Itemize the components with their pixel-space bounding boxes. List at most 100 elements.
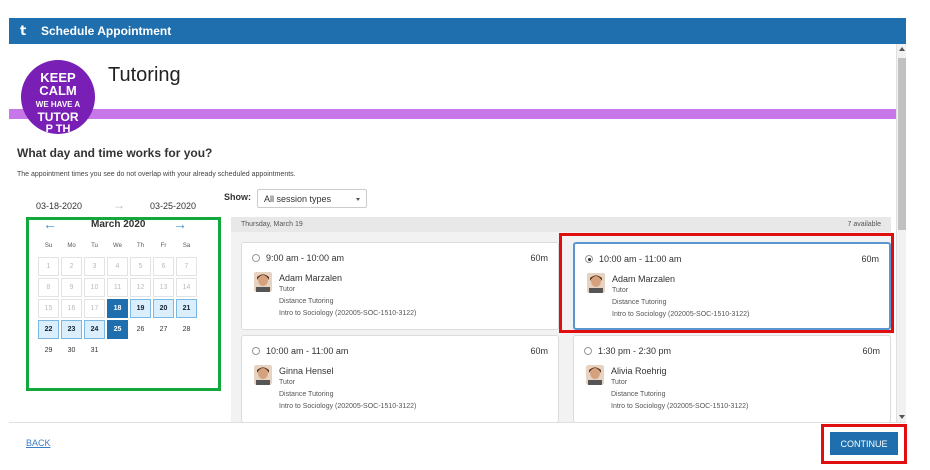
tutor-photo (254, 272, 272, 292)
calendar-day: 11 (107, 278, 128, 297)
calendar-day[interactable]: 25 (107, 320, 128, 339)
calendar-day: 2 (61, 257, 82, 276)
title-bar: t Schedule Appointment (9, 18, 906, 44)
calendar-day: 16 (61, 299, 82, 318)
weekday-label: Mo (67, 243, 76, 249)
timeslot-radio[interactable] (584, 347, 592, 355)
calendar-day: 8 (38, 278, 59, 297)
calendar-day-grid: 1 2 3 4 5 6 7 8 9 10 11 12 13 14 15 16 17 18 19 20 21 22 23 24 2… (37, 256, 203, 361)
calendar-day: 12 (130, 278, 151, 297)
session-type: Distance Tutoring (279, 298, 334, 305)
timeslot-card[interactable]: 1:30 pm - 2:30 pm 60m Alivia Roehrig Tutor D… (573, 335, 891, 422)
calendar-empty-cell (130, 341, 151, 360)
service-avatar: KEEP CALM WE HAVE A TUTOR P TH (21, 60, 95, 134)
scrollbar-thumb[interactable] (898, 58, 906, 230)
session-type-select[interactable]: All session types (257, 189, 367, 208)
range-arrow-icon: → (113, 198, 125, 212)
session-type: Distance Tutoring (612, 299, 667, 306)
session-type-value: All session types (264, 194, 332, 204)
calendar-day[interactable]: 19 (130, 299, 151, 318)
timeslot-duration: 60m (530, 346, 548, 356)
prev-month-arrow-icon[interactable]: ← (43, 216, 57, 232)
weekday-label: Su (44, 243, 53, 249)
weekday-label: We (113, 243, 122, 249)
calendar-day: 4 (107, 257, 128, 276)
timeslot-time: 1:30 pm - 2:30 pm (598, 346, 672, 356)
calendar-day: 30 (67, 347, 76, 354)
app-logo-icon: t (20, 23, 27, 39)
timeslot-duration: 60m (861, 254, 879, 264)
timeslot-duration: 60m (862, 346, 880, 356)
session-type: Distance Tutoring (611, 391, 666, 398)
footer-divider (9, 422, 906, 423)
calendar-day: 1 (38, 257, 59, 276)
calendar-day[interactable]: 24 (84, 320, 105, 339)
calendar-day[interactable]: 20 (153, 299, 174, 318)
calendar-day: 5 (130, 257, 151, 276)
scroll-down-icon[interactable] (899, 415, 905, 419)
calendar-day: 3 (84, 257, 105, 276)
page-title: Tutoring (108, 64, 181, 86)
weekday-label: Fr (160, 243, 167, 249)
timeslot-panel: Thursday, March 19 7 available 9:00 am -… (231, 217, 891, 422)
calendar-day: 28 (182, 326, 191, 333)
calendar-day: 27 (159, 326, 168, 333)
calendar-day: 7 (176, 257, 197, 276)
calendar-day: 10 (84, 278, 105, 297)
tutor-photo (587, 273, 605, 293)
tutor-name: Ginna Hensel (279, 366, 334, 376)
course-name: Intro to Sociology (202005-SOC-1510-3122… (611, 403, 749, 410)
window-title: Schedule Appointment (41, 24, 172, 38)
timeslot-time: 10:00 am - 11:00 am (599, 254, 682, 264)
session-type: Distance Tutoring (279, 391, 334, 398)
calendar-header: ← March 2020 → (33, 216, 203, 233)
timeslot-radio[interactable] (252, 254, 260, 262)
tutor-name: Adam Marzalen (279, 273, 343, 283)
calendar-empty-cell (107, 341, 128, 360)
calendar-day: 31 (90, 347, 99, 354)
course-name: Intro to Sociology (202005-SOC-1510-3122… (279, 403, 417, 410)
tutor-role: Tutor (612, 287, 629, 294)
calendar-day[interactable]: 21 (176, 299, 197, 318)
timeslot-card[interactable]: 10:00 am - 11:00 am 60m Ginna Hensel Tutor D… (241, 335, 559, 422)
tutor-photo (254, 365, 272, 385)
question-heading: What day and time works for you? (17, 146, 213, 160)
calendar-day: 17 (84, 299, 105, 318)
calendar-day[interactable]: 22 (38, 320, 59, 339)
timeslot-radio[interactable] (252, 347, 260, 355)
back-link[interactable]: BACK (26, 438, 51, 448)
continue-button[interactable]: CONTINUE (830, 432, 898, 455)
calendar-day: 29 (44, 347, 53, 354)
main-content: KEEP CALM WE HAVE A TUTOR P TH Tutoring … (9, 44, 896, 422)
tutor-photo (586, 365, 604, 385)
calendar-day: 15 (38, 299, 59, 318)
calendar-day: 14 (176, 278, 197, 297)
calendar-day: 9 (61, 278, 82, 297)
timeslot-radio[interactable] (585, 255, 593, 263)
selected-date-label: Thursday, March 19 (241, 221, 303, 228)
calendar-empty-cell (176, 341, 197, 360)
timeslot-time: 10:00 am - 11:00 am (266, 346, 349, 356)
weekday-label: Tu (91, 243, 98, 249)
scroll-up-icon[interactable] (899, 47, 905, 51)
calendar-month-label: March 2020 (91, 219, 146, 230)
available-count: 7 available (847, 221, 881, 228)
weekday-label: Th (136, 243, 144, 249)
calendar-day: 26 (136, 326, 145, 333)
avatar-text-line: CALM (39, 83, 77, 98)
vertical-scrollbar[interactable] (896, 44, 906, 422)
range-end-date: 03-25-2020 (150, 201, 197, 211)
tutor-role: Tutor (279, 286, 296, 293)
timeslot-card[interactable]: 10:00 am - 11:00 am 60m Adam Marzalen Tutor… (573, 242, 891, 330)
timeslot-panel-header: Thursday, March 19 7 available (231, 217, 891, 232)
course-name: Intro to Sociology (202005-SOC-1510-3122… (612, 311, 750, 318)
timeslot-card[interactable]: 9:00 am - 10:00 am 60m Adam Marzalen Tutor D… (241, 242, 559, 330)
overlap-hint: The appointment times you see do not ove… (17, 171, 296, 178)
header-band (9, 109, 896, 119)
tutor-role: Tutor (279, 379, 296, 386)
calendar-day[interactable]: 23 (61, 320, 82, 339)
next-month-arrow-icon[interactable]: → (173, 216, 187, 232)
calendar-day[interactable]: 18 (107, 299, 128, 318)
calendar: ← March 2020 → Su Mo Tu We Th Fr Sa 1234567891… (33, 216, 203, 361)
course-name: Intro to Sociology (202005-SOC-1510-3122… (279, 310, 417, 317)
